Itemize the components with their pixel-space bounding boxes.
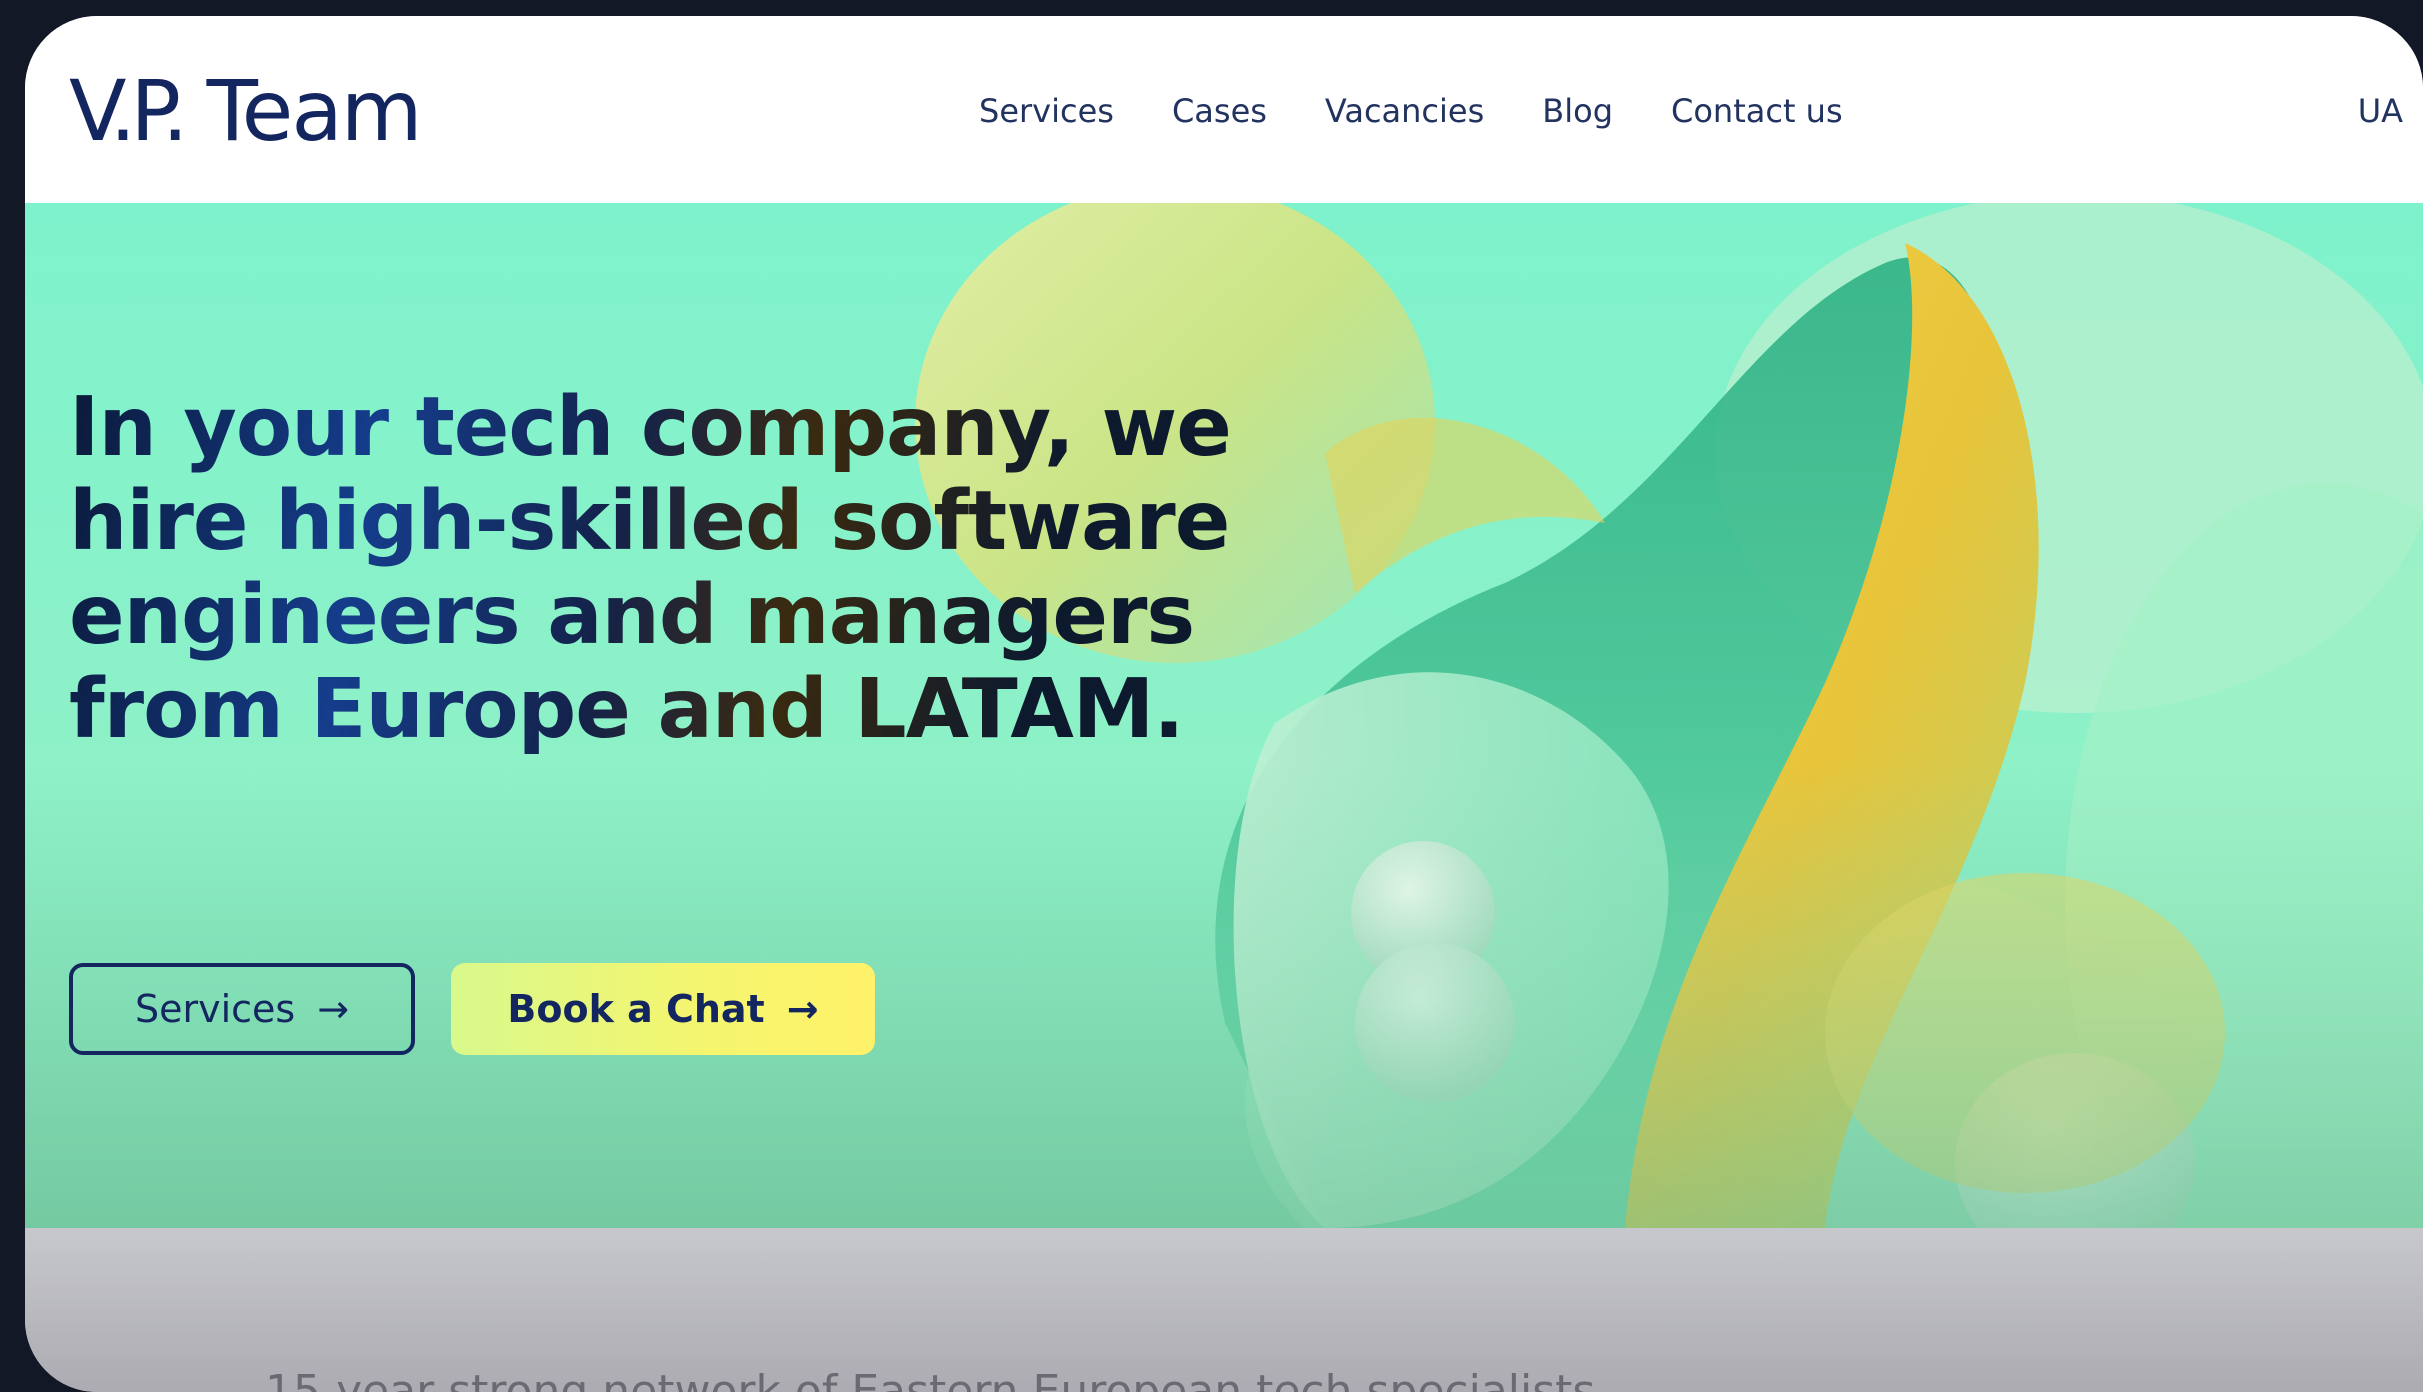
services-button-label: Services bbox=[134, 987, 296, 1031]
arrow-right-icon: → bbox=[786, 987, 819, 1031]
services-button[interactable]: Services → bbox=[69, 963, 415, 1055]
book-a-chat-button[interactable]: Book a Chat → bbox=[451, 963, 875, 1055]
language-switch[interactable]: UA bbox=[2358, 92, 2403, 130]
nav-services[interactable]: Services bbox=[979, 92, 1114, 130]
arrow-right-icon: → bbox=[317, 987, 350, 1031]
network-tagline: 15-year strong network of Eastern Europe… bbox=[265, 1366, 1596, 1392]
browser-frame: V.P. Team Services Cases Vacancies Blog C… bbox=[25, 16, 2423, 1392]
book-a-chat-label: Book a Chat bbox=[507, 987, 765, 1031]
logo-team: Team bbox=[206, 62, 423, 160]
main-nav: Services Cases Vacancies Blog Contact us bbox=[979, 92, 1901, 130]
nav-contact-us[interactable]: Contact us bbox=[1671, 92, 1843, 130]
logo-vp: V.P. bbox=[69, 62, 189, 160]
site-header: V.P. Team Services Cases Vacancies Blog C… bbox=[25, 16, 2423, 203]
nav-blog[interactable]: Blog bbox=[1542, 92, 1613, 130]
logo[interactable]: V.P. Team bbox=[69, 62, 423, 160]
nav-cases[interactable]: Cases bbox=[1172, 92, 1267, 130]
hero-section: In your tech company, we hire high-skill… bbox=[25, 203, 2423, 1228]
nav-vacancies[interactable]: Vacancies bbox=[1325, 92, 1484, 130]
hero-title: In your tech company, we hire high-skill… bbox=[69, 381, 1269, 757]
